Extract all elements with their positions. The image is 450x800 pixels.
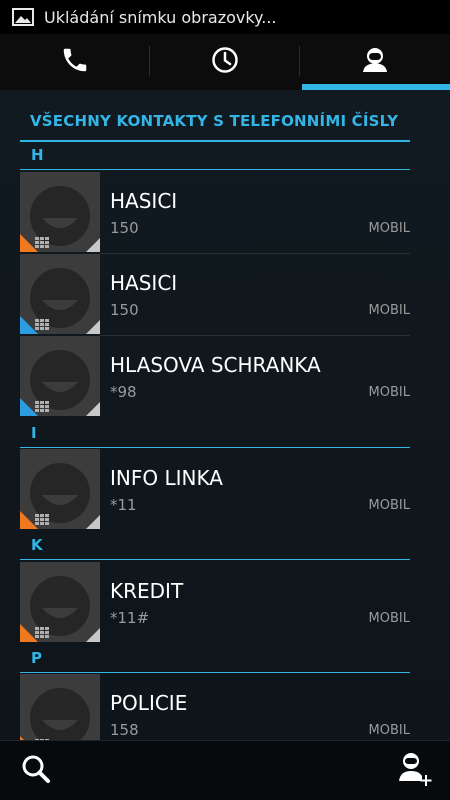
contact-name: HASICI bbox=[110, 271, 178, 295]
avatar[interactable] bbox=[20, 254, 100, 334]
add-contact-button[interactable] bbox=[384, 741, 444, 800]
contact-number: 150 bbox=[110, 301, 139, 319]
contact-name: INFO LINKA bbox=[110, 466, 223, 490]
avatar[interactable] bbox=[20, 449, 100, 529]
contact-name: HLASOVA SCHRANKA bbox=[110, 353, 321, 377]
number-type: MOBIL bbox=[368, 498, 410, 513]
contact-row[interactable]: HASICI 150 MOBIL bbox=[20, 172, 410, 254]
avatar[interactable] bbox=[20, 562, 100, 642]
add-contact-icon bbox=[396, 751, 432, 791]
contact-name: POLICIE bbox=[110, 691, 188, 715]
number-type: MOBIL bbox=[368, 723, 410, 738]
search-button[interactable] bbox=[6, 741, 66, 800]
search-icon bbox=[20, 753, 52, 789]
avatar[interactable] bbox=[20, 674, 100, 740]
tab-call-log[interactable] bbox=[150, 34, 300, 90]
avatar[interactable] bbox=[20, 172, 100, 252]
number-type: MOBIL bbox=[368, 385, 410, 400]
tab-phone[interactable] bbox=[0, 34, 150, 90]
person-icon bbox=[361, 46, 389, 78]
clock-icon bbox=[211, 46, 239, 78]
letter-header-h: H bbox=[20, 142, 410, 170]
contact-number: 150 bbox=[110, 219, 139, 237]
contact-number: 158 bbox=[110, 721, 139, 739]
letter-label: H bbox=[31, 146, 44, 164]
contact-row[interactable]: POLICIE 158 MOBIL bbox=[20, 674, 410, 740]
number-type: MOBIL bbox=[368, 221, 410, 236]
contact-row[interactable]: KREDIT *11# MOBIL bbox=[20, 562, 410, 642]
contact-row[interactable]: HASICI 150 MOBIL bbox=[20, 254, 410, 336]
contact-number: *98 bbox=[110, 383, 137, 401]
number-type: MOBIL bbox=[368, 303, 410, 318]
bottom-action-bar bbox=[0, 740, 450, 800]
section-title: VŠECHNY KONTAKTY S TELEFONNÍMI ČÍSLY bbox=[30, 112, 399, 130]
avatar[interactable] bbox=[20, 336, 100, 416]
letter-header-i: I bbox=[20, 420, 410, 448]
image-icon bbox=[12, 8, 34, 26]
notification-text: Ukládání snímku obrazovky... bbox=[44, 7, 277, 27]
status-bar: Ukládání snímku obrazovky... bbox=[0, 0, 450, 34]
letter-label: I bbox=[31, 424, 37, 442]
letter-label: K bbox=[31, 536, 43, 554]
contact-list[interactable]: VŠECHNY KONTAKTY S TELEFONNÍMI ČÍSLY H H… bbox=[0, 90, 450, 740]
contact-name: KREDIT bbox=[110, 579, 184, 603]
contact-row[interactable]: INFO LINKA *11 MOBIL bbox=[20, 449, 410, 529]
letter-label: P bbox=[31, 649, 42, 667]
contact-name: HASICI bbox=[110, 189, 178, 213]
contact-number: *11# bbox=[110, 609, 150, 627]
contact-row[interactable]: HLASOVA SCHRANKA *98 MOBIL bbox=[20, 336, 410, 416]
letter-header-p: P bbox=[20, 645, 410, 673]
phone-icon bbox=[60, 45, 90, 79]
letter-header-k: K bbox=[20, 532, 410, 560]
tab-bar bbox=[0, 34, 450, 90]
number-type: MOBIL bbox=[368, 611, 410, 626]
contact-number: *11 bbox=[110, 496, 137, 514]
tab-contacts[interactable] bbox=[300, 34, 450, 90]
